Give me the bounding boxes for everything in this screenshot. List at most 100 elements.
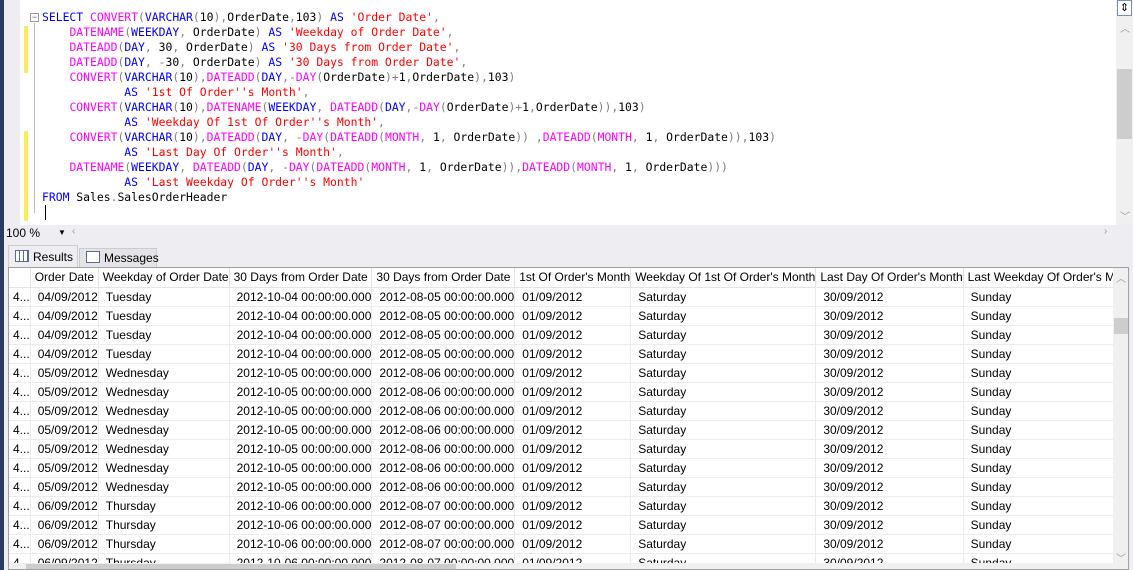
table-cell[interactable]: 2012-08-07 00:00:00.000 [371,496,516,516]
table-cell[interactable]: Sunday [963,363,1128,383]
table-cell[interactable]: Saturday [630,458,817,478]
table-cell[interactable]: 04/09/2012 [30,306,99,326]
table-cell[interactable]: 2012-08-06 00:00:00.000 [371,363,516,383]
table-row[interactable]: 4... 04/09/2012 Tuesday 2012-10-04 00:00:00… [9,325,1128,345]
table-cell[interactable]: 05/09/2012 [30,420,99,440]
scroll-right-icon[interactable]: › [1104,226,1107,237]
row-header[interactable]: 4... [9,420,31,440]
code-line[interactable]: AS 'Weekday Of 1st Of Order''s Month', [42,115,776,130]
table-cell[interactable]: Sunday [963,306,1128,326]
table-cell[interactable]: 30/09/2012 [815,477,964,497]
table-cell[interactable]: Sunday [963,515,1128,535]
table-cell[interactable]: Tuesday [98,325,230,345]
table-cell[interactable]: 2012-10-05 00:00:00.000 [229,382,373,402]
code-line[interactable]: SELECT CONVERT(VARCHAR(10),OrderDate,103… [42,10,776,25]
scroll-left-icon[interactable]: ‹ [72,226,75,237]
column-header[interactable]: Last Weekday Of Order's Month [963,268,1128,288]
table-cell[interactable]: 2012-08-07 00:00:00.000 [371,534,516,554]
table-cell[interactable]: 05/09/2012 [30,458,99,478]
table-cell[interactable]: 30/09/2012 [815,420,964,440]
row-header[interactable]: 4... [9,287,31,307]
table-cell[interactable]: 01/09/2012 [514,534,632,554]
code-line[interactable]: FROM Sales.SalesOrderHeader [42,190,776,205]
table-cell[interactable]: Saturday [630,439,817,459]
table-cell[interactable]: Wednesday [98,363,230,383]
row-header[interactable]: 4... [9,325,31,345]
table-cell[interactable]: Saturday [630,306,817,326]
table-cell[interactable]: 30/09/2012 [815,534,964,554]
code-line[interactable]: CONVERT(VARCHAR(10),DATEADD(DAY, -DAY(DA… [42,130,775,145]
table-cell[interactable]: 30/09/2012 [815,496,964,516]
code-line[interactable]: CONVERT(VARCHAR(10),DATEADD(DAY,-DAY(Ord… [42,70,776,85]
table-cell[interactable]: 2012-08-06 00:00:00.000 [371,401,516,421]
table-cell[interactable]: 2012-08-06 00:00:00.000 [371,458,516,478]
table-row[interactable]: 4... 04/09/2012 Tuesday 2012-10-04 00:00:00… [9,344,1128,364]
column-header[interactable]: 1st Of Order's Month [514,268,632,288]
tab-messages[interactable]: Messages [79,248,159,267]
table-cell[interactable]: 2012-10-06 00:00:00.000 [229,534,373,554]
table-cell[interactable]: Wednesday [98,420,230,440]
table-cell[interactable]: 06/09/2012 [30,515,99,535]
table-cell[interactable]: Tuesday [98,287,230,307]
table-cell[interactable]: 30/09/2012 [815,458,964,478]
table-row[interactable]: 4... 05/09/2012 Wednesday 2012-10-05 00:00:… [9,458,1128,478]
row-header[interactable]: 4... [9,496,31,516]
scroll-down-icon[interactable]: ﹀ [1116,550,1126,565]
row-header[interactable]: 4... [9,477,31,497]
code-line[interactable]: AS '1st Of Order''s Month', [42,85,776,100]
scroll-up-icon[interactable]: ︿ [1120,20,1130,35]
table-cell[interactable]: Wednesday [98,458,230,478]
code-line[interactable]: DATENAME(WEEKDAY, OrderDate) AS 'Weekday… [42,25,776,40]
table-cell[interactable]: 2012-08-05 00:00:00.000 [371,344,516,364]
column-header[interactable]: Last Day Of Order's Month [815,268,964,288]
table-cell[interactable]: 2012-10-05 00:00:00.000 [229,420,373,440]
split-editor-icon[interactable]: ⇕ [1117,0,1132,16]
table-cell[interactable]: Tuesday [98,306,230,326]
column-header[interactable]: 30 Days from Order Date [371,268,516,288]
table-cell[interactable]: 30/09/2012 [815,401,964,421]
table-cell[interactable]: Saturday [630,382,817,402]
table-cell[interactable]: 2012-10-05 00:00:00.000 [229,363,373,383]
table-cell[interactable]: 05/09/2012 [30,439,99,459]
table-cell[interactable]: Saturday [630,496,817,516]
table-cell[interactable]: Saturday [630,401,817,421]
table-cell[interactable]: Wednesday [98,382,230,402]
table-row[interactable]: 4... 04/09/2012 Tuesday 2012-10-04 00:00:00… [9,306,1128,326]
table-row[interactable]: 4... 05/09/2012 Wednesday 2012-10-05 00:00:… [9,363,1128,383]
table-cell[interactable]: 2012-08-06 00:00:00.000 [371,439,516,459]
table-cell[interactable]: 2012-08-05 00:00:00.000 [371,287,516,307]
table-cell[interactable]: Sunday [963,401,1128,421]
table-cell[interactable]: 04/09/2012 [30,325,99,345]
table-cell[interactable]: 05/09/2012 [30,363,99,383]
table-row[interactable]: 4... 05/09/2012 Wednesday 2012-10-05 00:00:… [9,477,1128,497]
table-row[interactable]: 4... 05/09/2012 Wednesday 2012-10-05 00:00:… [9,382,1128,402]
table-cell[interactable]: 2012-10-04 00:00:00.000 [229,344,373,364]
table-cell[interactable]: Thursday [98,534,230,554]
code-line[interactable]: AS 'Last Day Of Order''s Month', [42,145,776,160]
table-cell[interactable]: 01/09/2012 [514,363,632,383]
zoom-select[interactable]: 100 % [6,225,40,241]
table-cell[interactable]: 30/09/2012 [815,287,964,307]
table-cell[interactable]: Saturday [630,325,817,345]
table-cell[interactable]: Sunday [963,325,1128,345]
grid-scroll-thumb[interactable] [1114,318,1128,334]
table-cell[interactable]: 30/09/2012 [815,344,964,364]
scroll-up-icon[interactable]: ︿ [1116,270,1126,285]
table-cell[interactable]: Saturday [630,287,817,307]
table-cell[interactable]: 2012-10-04 00:00:00.000 [229,287,373,307]
table-cell[interactable]: 01/09/2012 [514,439,632,459]
row-header[interactable]: 4... [9,344,31,364]
table-cell[interactable]: 2012-08-06 00:00:00.000 [371,420,516,440]
table-cell[interactable]: 2012-08-05 00:00:00.000 [371,306,516,326]
column-header[interactable]: Order Date [30,268,99,288]
table-cell[interactable]: Sunday [963,477,1128,497]
table-cell[interactable]: Wednesday [98,477,230,497]
table-cell[interactable]: 01/09/2012 [514,515,632,535]
table-cell[interactable]: Thursday [98,496,230,516]
grid-vertical-scrollbar[interactable] [1113,268,1128,569]
table-cell[interactable]: Sunday [963,496,1128,516]
collapse-icon[interactable]: − [30,13,39,22]
table-row[interactable]: 4... 05/09/2012 Wednesday 2012-10-05 00:00:… [9,401,1128,421]
table-cell[interactable]: 05/09/2012 [30,401,99,421]
table-cell[interactable]: 01/09/2012 [514,458,632,478]
